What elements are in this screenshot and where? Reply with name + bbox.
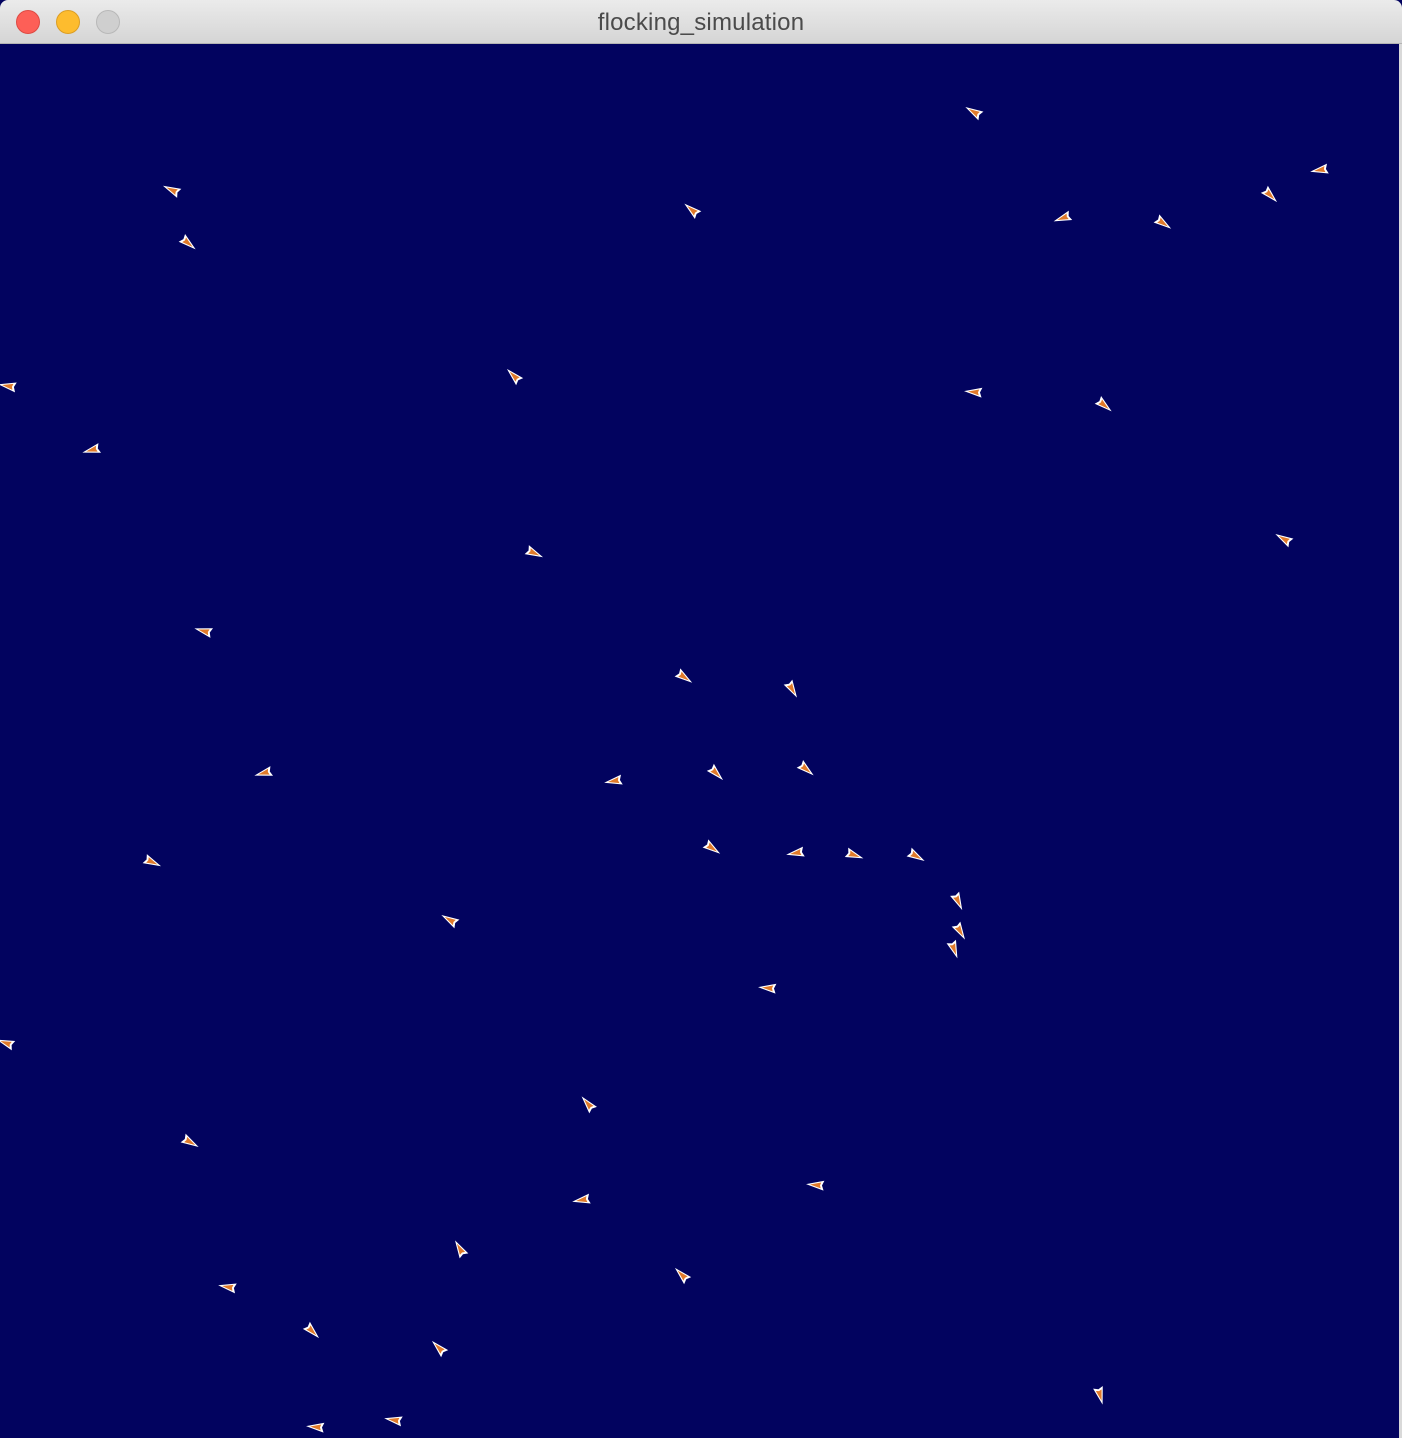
boid-icon <box>684 203 702 219</box>
boid-icon <box>1093 1385 1103 1405</box>
boid-icon <box>455 1240 469 1259</box>
simulation-canvas[interactable] <box>0 44 1402 1438</box>
boid-icon <box>950 891 963 911</box>
boid-icon <box>844 847 864 859</box>
boid-icon <box>572 1193 591 1204</box>
boid-icon <box>431 1340 449 1358</box>
boid-icon <box>674 668 693 683</box>
boid-icon <box>302 1321 320 1339</box>
boid-icon <box>951 921 965 940</box>
boid-icon <box>194 628 214 638</box>
boid-icon <box>706 763 724 781</box>
boid-icon <box>1275 534 1294 548</box>
boid-icon <box>604 774 623 785</box>
boid-icon <box>441 915 460 929</box>
boid-icon <box>964 387 983 398</box>
boid-icon <box>581 1096 597 1114</box>
boid-icon <box>82 443 102 453</box>
boid-icon <box>0 1039 16 1051</box>
boid-icon <box>796 760 814 776</box>
boid-layer <box>0 107 1329 1433</box>
boid-icon <box>786 846 805 857</box>
boid-icon <box>674 1267 692 1285</box>
boid-icon <box>162 185 182 198</box>
boid-icon <box>524 545 544 558</box>
boid-icon <box>1094 396 1112 412</box>
boid-icon <box>506 368 524 386</box>
boid-icon <box>1153 214 1172 229</box>
boid-icon <box>806 1180 825 1191</box>
boid-icon <box>306 1422 325 1433</box>
boid-icon <box>965 107 984 121</box>
boid-icon <box>218 1283 237 1294</box>
boid-icon <box>0 382 17 393</box>
boid-icon <box>702 839 721 854</box>
boid-icon <box>178 234 196 250</box>
title-bar[interactable]: flocking_simulation <box>0 0 1402 44</box>
boid-icon <box>758 983 777 994</box>
window-title: flocking_simulation <box>597 9 805 36</box>
boid-icon <box>254 766 274 776</box>
app-window: flocking_simulation <box>0 0 1402 1438</box>
boid-icon <box>783 679 797 698</box>
boid-icon <box>906 847 925 861</box>
boid-icon <box>180 1133 199 1147</box>
boid-icon <box>946 939 958 959</box>
boid-icon <box>142 854 162 867</box>
boid-icon <box>1053 210 1073 222</box>
boid-icon <box>1260 185 1278 203</box>
boid-icon <box>1310 163 1329 174</box>
boid-icon <box>384 1416 403 1427</box>
